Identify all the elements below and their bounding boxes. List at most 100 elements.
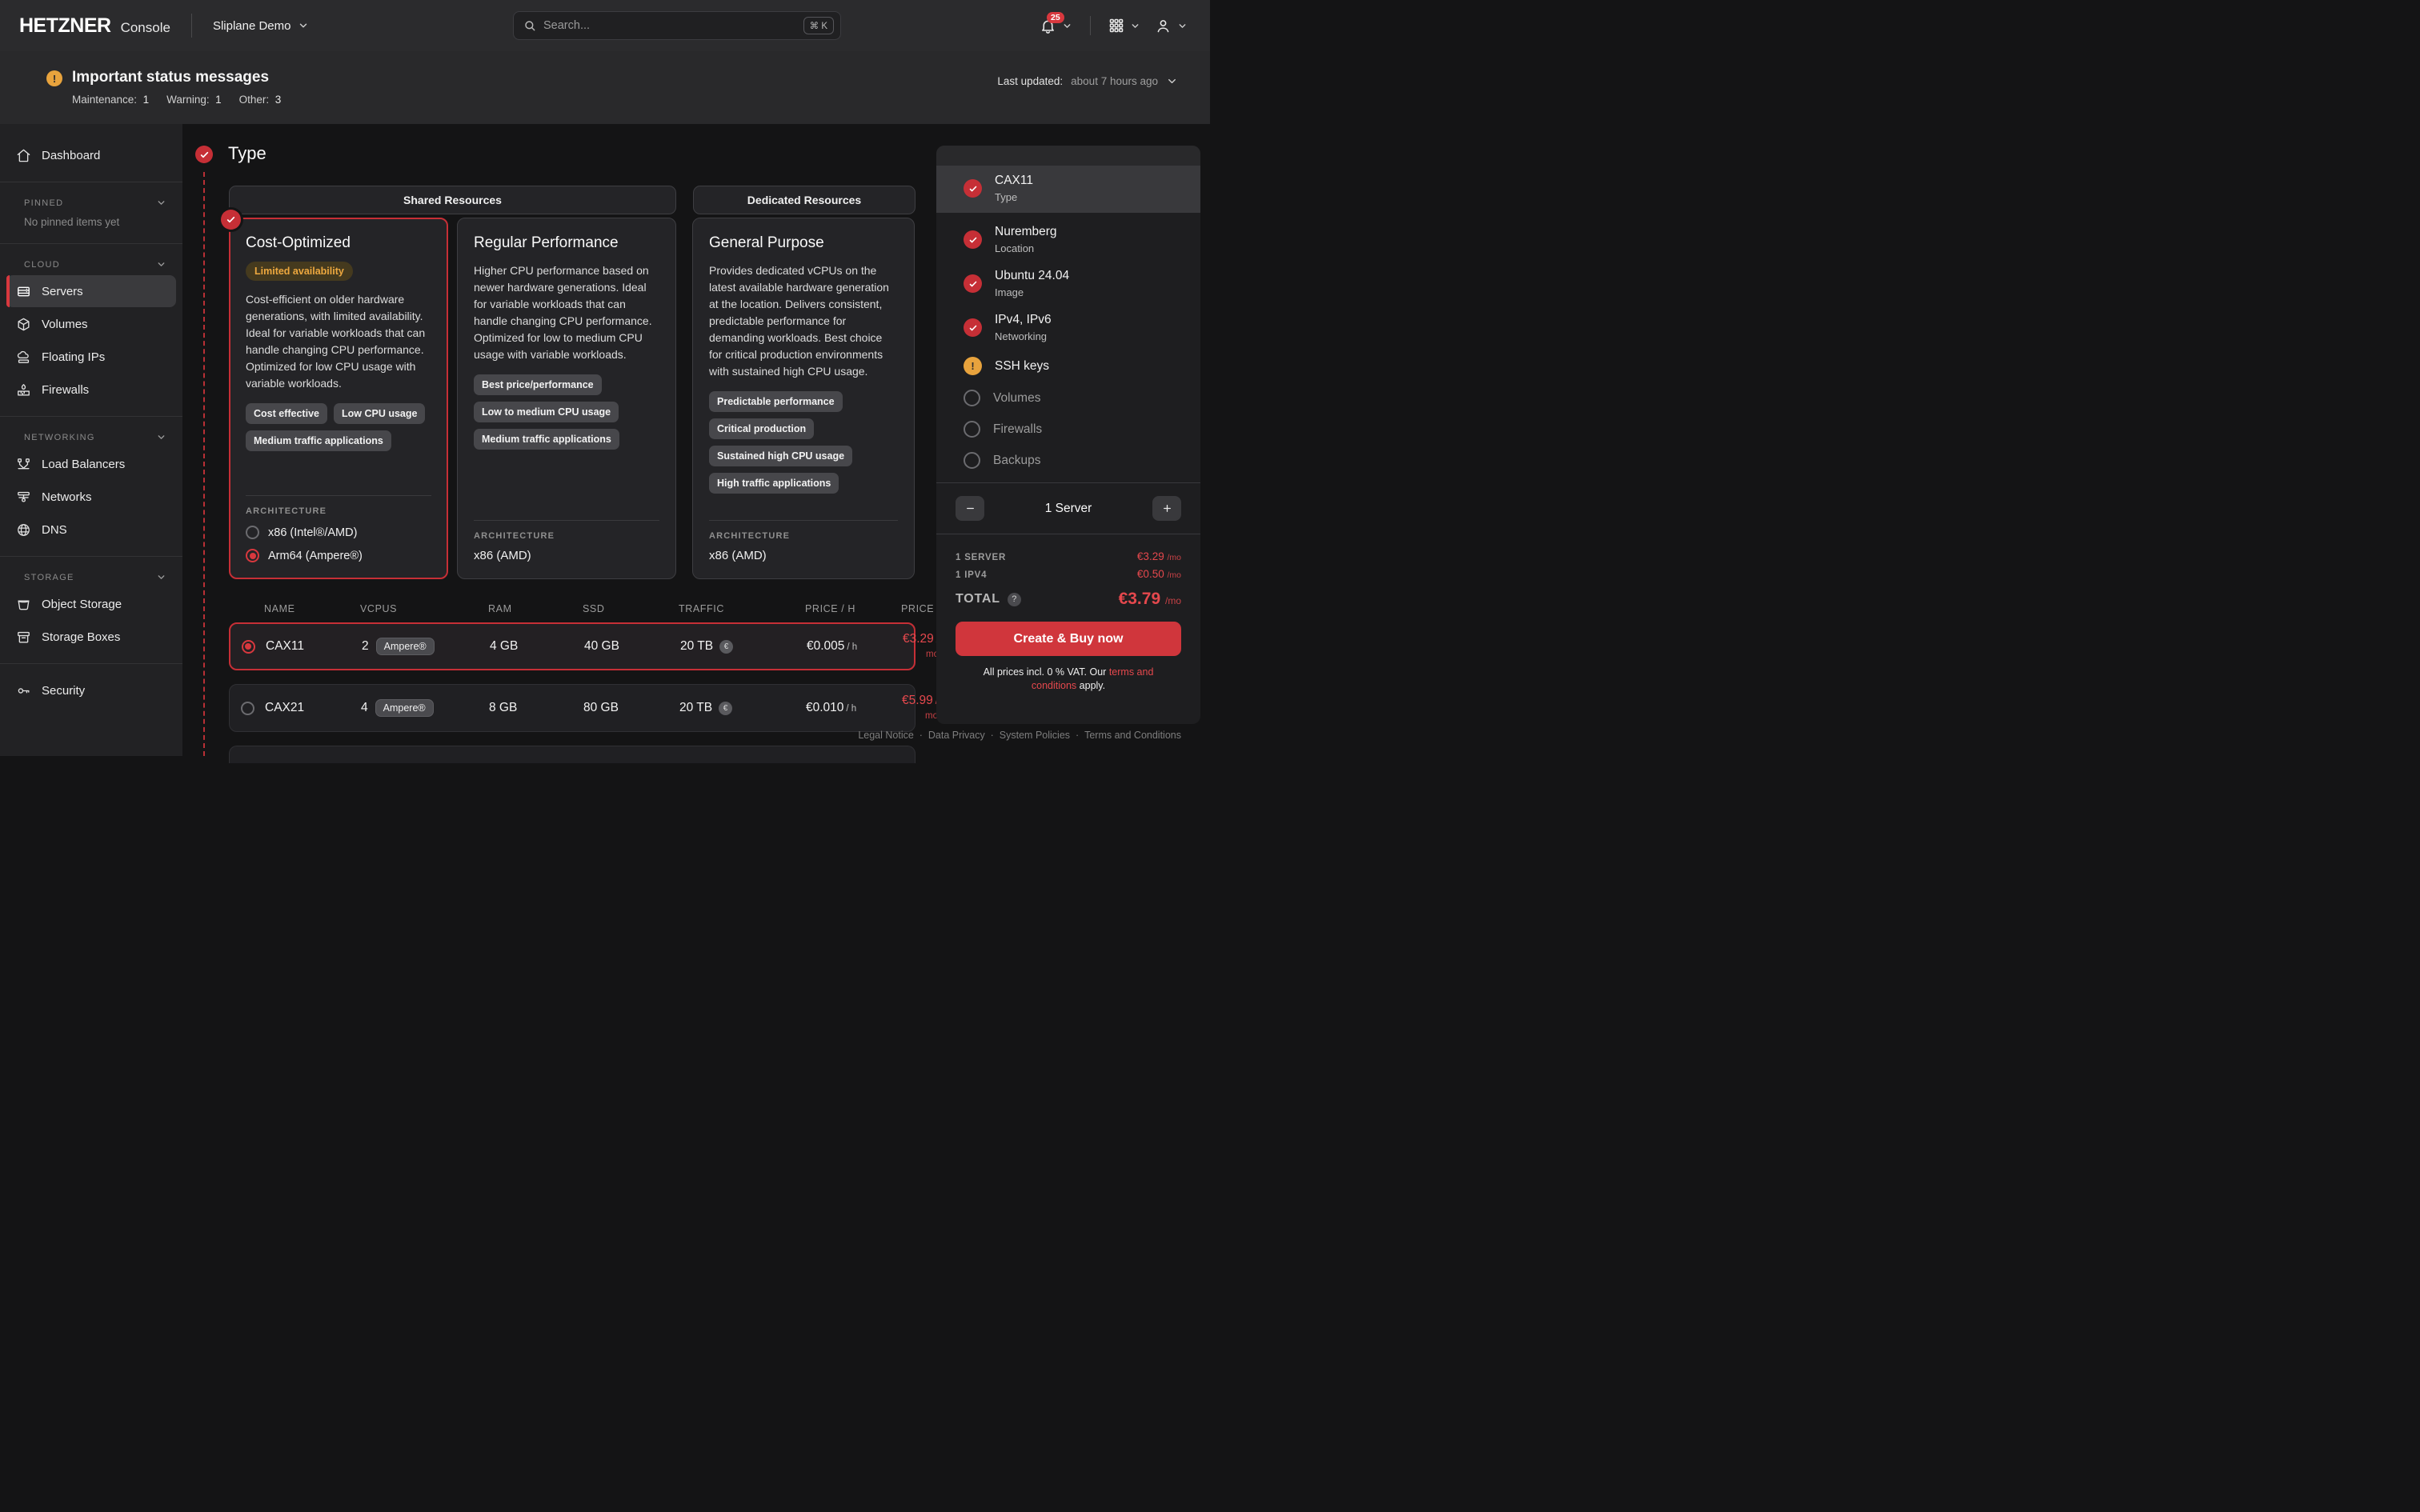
navbar-divider (191, 14, 192, 38)
card-cost-optimized[interactable]: Cost-Optimized Limited availability Cost… (229, 218, 448, 579)
footer-link-system-policies[interactable]: System Policies (1000, 730, 1084, 741)
column-header-name[interactable]: NAME (264, 603, 360, 614)
create-buy-now-button[interactable]: Create & Buy now (956, 622, 1181, 656)
sidebar-item-load-balancers[interactable]: Load Balancers (6, 448, 176, 480)
sidebar-item-object-storage[interactable]: Object Storage (6, 588, 176, 620)
chevron-down-icon (156, 198, 166, 208)
ampere-badge: Ampere® (376, 638, 435, 655)
step-value: CAX11 (995, 174, 1033, 188)
main-content: Type Shared Resources Dedicated Resource… (182, 124, 1210, 756)
footer-link-data-privacy[interactable]: Data Privacy (928, 730, 1000, 741)
help-question-icon[interactable]: ? (1008, 593, 1021, 606)
sidebar-section-cloud[interactable]: CLOUD (0, 254, 182, 274)
step-warning-icon: ! (964, 357, 982, 375)
radio-x86-intel-amd[interactable]: x86 (Intel®/AMD) (246, 526, 431, 539)
radio-icon[interactable] (241, 702, 254, 715)
workspace-switcher[interactable]: Sliplane Demo (213, 19, 309, 33)
sidebar-item-dns[interactable]: DNS (6, 514, 176, 546)
warning-count: Warning: 1 (166, 94, 222, 106)
footer-link-terms[interactable]: Terms and Conditions (1084, 730, 1181, 741)
step-value: IPv4, IPv6 (995, 313, 1052, 327)
increase-server-button[interactable] (1152, 496, 1181, 521)
table-header: NAME VCPUS RAM SSD TRAFFIC PRICE / H PRI… (229, 603, 916, 622)
tag: Predictable performance (709, 391, 843, 412)
cell-ram: 4 GB (490, 639, 584, 654)
sidebar-item-networks[interactable]: Networks (6, 481, 176, 513)
sidebar-item-security[interactable]: Security (6, 674, 176, 706)
notifications-menu[interactable]: 25 (1036, 14, 1076, 38)
last-updated-dropdown[interactable]: Last updated: about 7 hours ago (997, 75, 1178, 87)
total-label: TOTAL (956, 592, 1000, 606)
sidebar-item-dashboard[interactable]: Dashboard (6, 139, 176, 171)
sidebar-item-servers[interactable]: Servers (6, 275, 176, 307)
column-header-price-h[interactable]: PRICE / H (805, 603, 901, 614)
table-row-cax21[interactable]: CAX21 4 Ampere® 8 GB 80 GB 20 TB € €0.01… (229, 684, 916, 732)
radio-arm64-ampere[interactable]: Arm64 (Ampere®) (246, 549, 431, 562)
sidebar-item-label: Volumes (42, 318, 88, 331)
card-general-purpose[interactable]: General Purpose Provides dedicated vCPUs… (692, 218, 915, 579)
cell-traffic: 20 TB (679, 701, 712, 715)
step-volumes[interactable]: Volumes (936, 382, 1200, 414)
step-label: Networking (995, 330, 1052, 342)
cell-price-hour: €0.010/ h (806, 701, 902, 715)
chevron-down-icon (156, 432, 166, 442)
sidebar-section-pinned[interactable]: PINNED (0, 193, 182, 213)
sidebar-item-storage-boxes[interactable]: Storage Boxes (6, 621, 176, 653)
sidebar-divider (0, 243, 182, 244)
tab-dedicated-resources[interactable]: Dedicated Resources (693, 186, 916, 214)
column-header-traffic[interactable]: TRAFFIC (679, 603, 805, 614)
step-type-current[interactable]: CAX11 Type (936, 166, 1200, 213)
user-menu[interactable] (1152, 14, 1191, 38)
step-ssh-keys[interactable]: ! SSH keys (936, 350, 1200, 382)
order-summary-panel: CAX11 Type Nuremberg Location (936, 146, 1200, 724)
step-image[interactable]: Ubuntu 24.04 Image (936, 262, 1200, 306)
decrease-server-button[interactable] (956, 496, 984, 521)
apps-menu[interactable] (1105, 14, 1144, 37)
global-search[interactable]: ⌘ K (513, 11, 841, 40)
euro-info-icon[interactable]: € (719, 702, 732, 715)
column-header-ssd[interactable]: SSD (583, 603, 679, 614)
firewall-icon (16, 382, 31, 398)
card-description: Provides dedicated vCPUs on the latest a… (709, 262, 898, 380)
card-regular-performance[interactable]: Regular Performance Higher CPU performan… (457, 218, 676, 579)
footer-link-legal-notice[interactable]: Legal Notice (858, 730, 928, 741)
architecture-label: ARCHITECTURE (709, 531, 898, 541)
vat-fine-print: All prices incl. 0 % VAT. Our terms and … (960, 666, 1176, 693)
tag: Sustained high CPU usage (709, 446, 852, 466)
step-location[interactable]: Nuremberg Location (936, 218, 1200, 262)
sidebar-section-networking[interactable]: NETWORKING (0, 427, 182, 447)
sidebar-item-label: Storage Boxes (42, 630, 120, 644)
sidebar-section-storage[interactable]: STORAGE (0, 567, 182, 587)
section-label: PINNED (24, 198, 63, 208)
step-backups[interactable]: Backups (936, 445, 1200, 476)
chevron-down-icon (1177, 21, 1188, 31)
step-firewalls[interactable]: Firewalls (936, 414, 1200, 445)
radio-selected-icon[interactable] (242, 640, 255, 654)
sidebar-item-label: Networks (42, 490, 92, 504)
column-header-vcpus[interactable]: VCPUS (360, 603, 488, 614)
sidebar-item-firewalls[interactable]: Firewalls (6, 374, 176, 406)
brand[interactable]: HETZNER Console (19, 14, 170, 38)
chevron-down-icon (156, 572, 166, 582)
floating-ip-cloud-icon (16, 350, 31, 365)
card-description: Cost-efficient on older hardware generat… (246, 291, 431, 392)
card-title: Cost-Optimized (246, 234, 431, 252)
sidebar-item-volumes[interactable]: Volumes (6, 308, 176, 340)
table-row-cax11[interactable]: CAX11 2 Ampere® 4 GB 40 GB 20 TB € €0.00… (229, 622, 916, 670)
search-input[interactable] (543, 19, 796, 32)
table-row-partial[interactable] (229, 746, 916, 763)
tab-shared-resources[interactable]: Shared Resources (229, 186, 676, 214)
euro-info-icon[interactable]: € (719, 640, 733, 654)
type-step-check-icon (195, 146, 213, 163)
chevron-down-icon (298, 20, 309, 31)
status-banner: ! Important status messages Maintenance:… (0, 51, 1210, 124)
column-header-ram[interactable]: RAM (488, 603, 583, 614)
step-networking[interactable]: IPv4, IPv6 Networking (936, 306, 1200, 350)
server-count-stepper: 1 Server (936, 490, 1200, 527)
chevron-down-icon (1130, 21, 1140, 31)
sidebar-item-label: Servers (42, 285, 83, 298)
section-label: NETWORKING (24, 433, 95, 442)
step-label: Image (995, 286, 1069, 298)
sidebar-item-floating-ips[interactable]: Floating IPs (6, 341, 176, 373)
cell-ram: 8 GB (489, 701, 583, 715)
